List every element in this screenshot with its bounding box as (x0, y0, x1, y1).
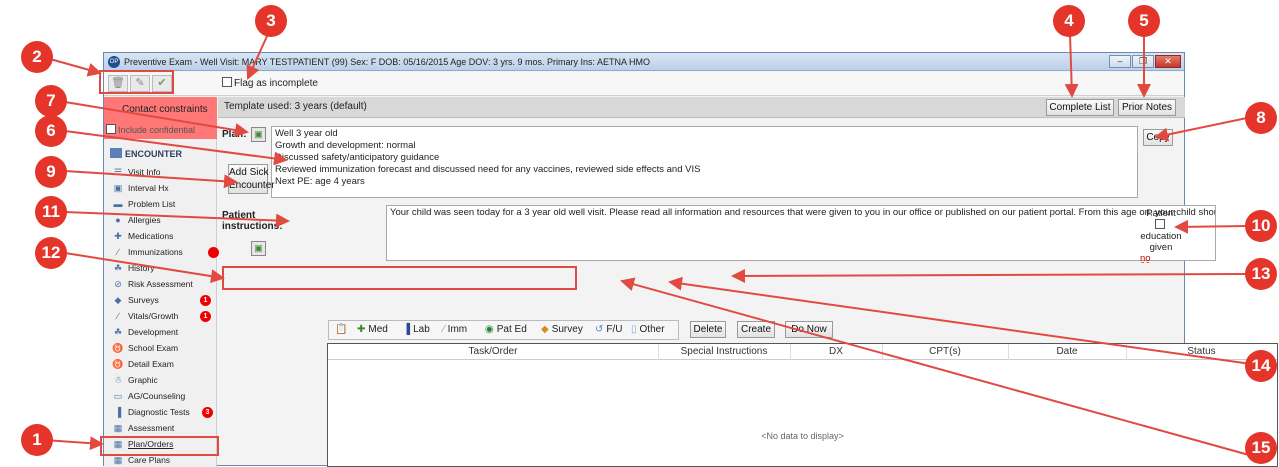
callout-10: 10 (1245, 210, 1277, 242)
arrow-7 (64, 101, 249, 137)
callout-2: 2 (21, 41, 53, 73)
callout-12: 12 (35, 237, 67, 269)
callout-6: 6 (35, 115, 67, 147)
callout-3: 3 (255, 5, 287, 37)
arrow-9 (64, 170, 238, 189)
callout-4: 4 (1053, 5, 1085, 37)
arrow-14 (668, 276, 1252, 365)
arrow-11 (64, 211, 290, 228)
callout-9: 9 (35, 156, 67, 188)
callout-15: 15 (1245, 432, 1277, 464)
arrow-15 (620, 277, 1250, 456)
callout-14: 14 (1245, 350, 1277, 382)
arrow-6 (64, 130, 288, 166)
callout-7: 7 (35, 85, 67, 117)
callout-1: 1 (21, 424, 53, 456)
arrow-3 (246, 33, 269, 80)
arrow-10 (1174, 219, 1250, 234)
callout-5: 5 (1128, 5, 1160, 37)
callout-8: 8 (1245, 102, 1277, 134)
callout-13: 13 (1245, 258, 1277, 290)
callout-11: 11 (35, 196, 67, 228)
arrow-12 (64, 252, 225, 284)
arrow-8 (1154, 117, 1248, 142)
arrow-13 (731, 268, 1252, 283)
arrow-4 (1064, 33, 1079, 98)
callout-arrows (42, 33, 1252, 456)
